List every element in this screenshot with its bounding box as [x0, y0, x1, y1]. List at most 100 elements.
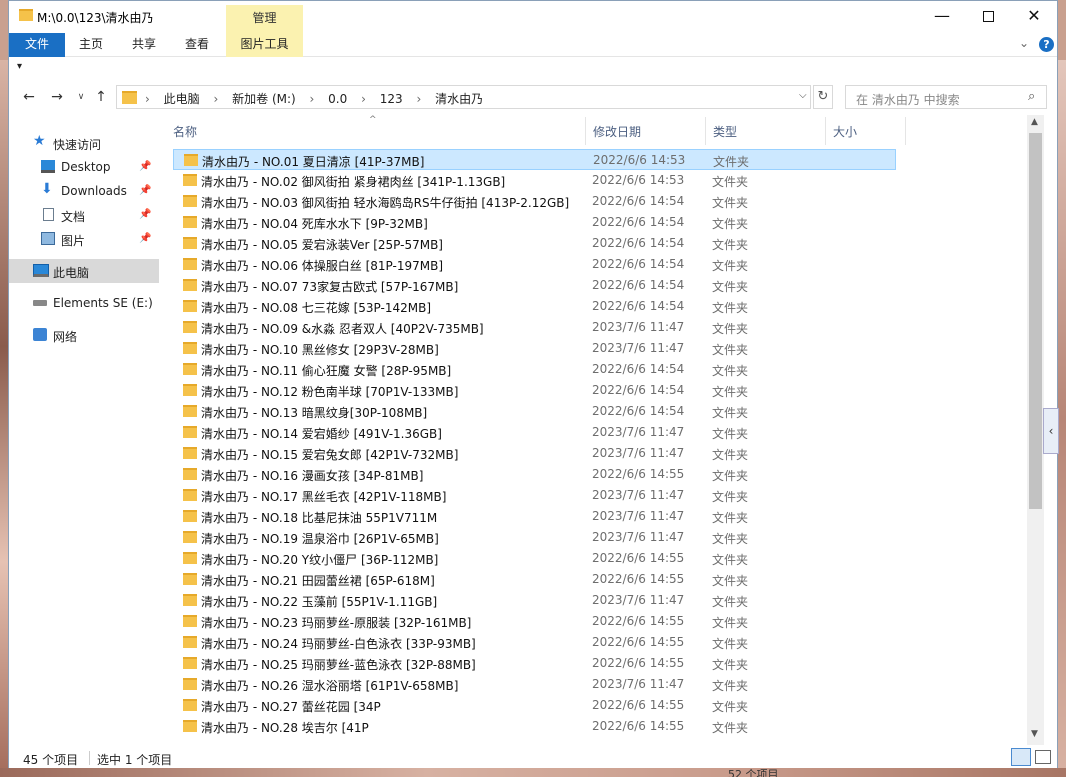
large-icons-view-icon[interactable]	[1035, 750, 1051, 764]
file-row[interactable]: 清水由乃 - NO.26 湿水浴丽塔 [61P1V-658MB] 2023/7/6…	[173, 674, 896, 695]
desktop-icon	[41, 160, 55, 173]
file-row[interactable]: 清水由乃 - NO.02 御风街拍 紧身裙肉丝 [341P-1.13GB] 202…	[173, 170, 896, 191]
breadcrumb-folder-0-0[interactable]: 0.0	[328, 92, 347, 106]
breadcrumb-separator-icon[interactable]: ›	[213, 92, 218, 106]
file-list: ^ 名称 修改日期 类型 大小 清水由乃 - NO.01 夏日清凉 [41P-3…	[159, 115, 1027, 745]
file-row[interactable]: 清水由乃 - NO.12 粉色南半球 [70P1V-133MB] 2022/6/6…	[173, 380, 896, 401]
breadcrumb-drive-m[interactable]: 新加卷 (M:)	[232, 92, 296, 106]
breadcrumb-folder-123[interactable]: 123	[380, 92, 403, 106]
file-row[interactable]: 清水由乃 - NO.23 玛丽萝丝-原服装 [32P-161MB] 2022/6/…	[173, 611, 896, 632]
breadcrumb-separator-icon[interactable]: ›	[416, 92, 421, 106]
column-header-size[interactable]: 大小	[833, 123, 857, 140]
file-type: 文件夹	[712, 406, 749, 420]
search-box[interactable]: 在 清水由乃 中搜索 ⌕	[845, 85, 1047, 109]
file-row[interactable]: 清水由乃 - NO.27 蕾丝花园 [34P 2022/6/6 14:55 文件夹	[173, 695, 896, 716]
recent-locations-chevron-icon[interactable]: ∨	[71, 87, 91, 107]
scroll-up-arrow-icon[interactable]: ▲	[1031, 117, 1038, 127]
file-row[interactable]: 清水由乃 - NO.11 偷心狂魔 女警 [28P-95MB] 2022/6/6 …	[173, 359, 896, 380]
pin-icon[interactable]: 📌	[139, 185, 151, 196]
file-row[interactable]: 清水由乃 - NO.03 御风街拍 轻水海鸥岛RS牛仔街拍 [413P-2.12…	[173, 191, 896, 212]
file-date: 2022/6/6 14:54	[592, 215, 685, 229]
pin-icon[interactable]: 📌	[139, 233, 151, 244]
tab-file[interactable]: 文件	[9, 33, 65, 57]
file-row[interactable]: 清水由乃 - NO.07 73家复古欧式 [57P-167MB] 2022/6/6…	[173, 275, 896, 296]
column-divider[interactable]	[705, 117, 706, 145]
tab-view[interactable]: 查看	[173, 33, 221, 57]
pin-icon[interactable]: 📌	[139, 209, 151, 220]
nav-item-network[interactable]: 网络	[9, 323, 159, 347]
breadcrumb-separator-icon[interactable]: ›	[310, 92, 315, 106]
file-name: 清水由乃 - NO.17 黑丝毛衣 [42P1V-118MB]	[201, 490, 447, 504]
title-bar[interactable]: M:\0.0\123\清水由乃 管理 — ✕	[9, 1, 1057, 33]
up-arrow-icon[interactable]: ↑	[91, 87, 111, 107]
file-row[interactable]: 清水由乃 - NO.19 温泉浴巾 [26P1V-65MB] 2023/7/6 1…	[173, 527, 896, 548]
scroll-down-arrow-icon[interactable]: ▼	[1031, 729, 1038, 739]
file-date: 2023/7/6 11:47	[592, 320, 685, 334]
tab-home[interactable]: 主页	[67, 33, 115, 57]
quick-access-toolbar-dropdown-icon[interactable]: ▾	[17, 61, 22, 72]
file-row[interactable]: 清水由乃 - NO.21 田园蕾丝裙 [65P-618M] 2022/6/6 14…	[173, 569, 896, 590]
file-row[interactable]: 清水由乃 - NO.16 漫画女孩 [34P-81MB] 2022/6/6 14:…	[173, 464, 896, 485]
column-divider[interactable]	[905, 117, 906, 145]
file-row[interactable]: 清水由乃 - NO.09 &水淼 忍者双人 [40P2V-735MB] 2023/…	[173, 317, 896, 338]
nav-item-documents[interactable]: 文档 📌	[9, 203, 159, 227]
search-input[interactable]: 在 清水由乃 中搜索	[856, 91, 960, 108]
file-row[interactable]: 清水由乃 - NO.14 爱宕婚纱 [491V-1.36GB] 2023/7/6 …	[173, 422, 896, 443]
close-button[interactable]: ✕	[1011, 1, 1057, 31]
file-row[interactable]: 清水由乃 - NO.22 玉藻前 [55P1V-1.11GB] 2023/7/6 …	[173, 590, 896, 611]
file-row[interactable]: 清水由乃 - NO.10 黑丝修女 [29P3V-28MB] 2023/7/6 1…	[173, 338, 896, 359]
file-name: 清水由乃 - NO.18 比基尼抹油 55P1V711M	[201, 511, 438, 525]
minimize-button[interactable]: —	[919, 1, 965, 31]
file-row[interactable]: 清水由乃 - NO.18 比基尼抹油 55P1V711M 2023/7/6 11:…	[173, 506, 896, 527]
address-bar[interactable]: › 此电脑 › 新加卷 (M:) › 0.0 › 123 › 清水由乃 ⌵	[116, 85, 811, 109]
collapse-pane-chevron-icon[interactable]: ‹	[1043, 408, 1059, 454]
maximize-icon	[982, 11, 994, 22]
breadcrumb-this-pc[interactable]: 此电脑	[164, 92, 200, 106]
nav-item-pictures[interactable]: 图片 📌	[9, 227, 159, 251]
file-row[interactable]: 清水由乃 - NO.05 爱宕泳装Ver [25P-57MB] 2022/6/6 …	[173, 233, 896, 254]
file-row[interactable]: 清水由乃 - NO.20 Y纹小僵尸 [36P-112MB] 2022/6/6 1…	[173, 548, 896, 569]
column-divider[interactable]	[825, 117, 826, 145]
file-row[interactable]: 清水由乃 - NO.13 暗黑纹身[30P-108MB] 2022/6/6 14:…	[173, 401, 896, 422]
details-view-icon[interactable]	[1011, 748, 1031, 766]
breadcrumb-separator-icon[interactable]: ›	[361, 92, 366, 106]
column-header-type[interactable]: 类型	[713, 123, 737, 140]
scrollbar-thumb[interactable]	[1029, 133, 1042, 509]
column-header-date[interactable]: 修改日期	[593, 123, 641, 140]
file-type: 文件夹	[712, 658, 749, 672]
tab-share[interactable]: 共享	[119, 33, 169, 57]
breadcrumb-current-folder[interactable]: 清水由乃	[435, 92, 483, 106]
maximize-button[interactable]	[965, 1, 1011, 31]
nav-item-desktop[interactable]: Desktop 📌	[9, 155, 159, 179]
refresh-icon[interactable]: ↻	[813, 85, 833, 109]
file-row[interactable]: 清水由乃 - NO.06 体操服白丝 [81P-197MB] 2022/6/6 1…	[173, 254, 896, 275]
ribbon-expand-chevron-icon[interactable]: ⌄	[1019, 36, 1029, 50]
vertical-scrollbar[interactable]: ▲ ▼	[1027, 115, 1044, 745]
nav-item-downloads[interactable]: ⬇ Downloads 📌	[9, 179, 159, 203]
file-row[interactable]: 清水由乃 - NO.24 玛丽萝丝-白色泳衣 [33P-93MB] 2022/6/…	[173, 632, 896, 653]
file-row[interactable]: 清水由乃 - NO.17 黑丝毛衣 [42P1V-118MB] 2023/7/6 …	[173, 485, 896, 506]
file-row[interactable]: 清水由乃 - NO.04 死库水水下 [9P-32MB] 2022/6/6 14:…	[173, 212, 896, 233]
file-type: 文件夹	[712, 595, 749, 609]
nav-item-this-pc[interactable]: 此电脑	[9, 259, 159, 283]
nav-item-label: Elements SE (E:)	[53, 296, 153, 310]
back-arrow-icon[interactable]: ←	[19, 87, 39, 107]
network-icon	[33, 328, 47, 341]
file-type: 文件夹	[712, 238, 749, 252]
nav-item-quick-access[interactable]: ★ 快速访问	[9, 131, 159, 155]
address-dropdown-chevron-icon[interactable]: ⌵	[799, 90, 807, 101]
file-row[interactable]: 清水由乃 - NO.08 七三花嫁 [53P-142MB] 2022/6/6 14…	[173, 296, 896, 317]
file-row[interactable]: 清水由乃 - NO.01 夏日清凉 [41P-37MB] 2022/6/6 14:…	[173, 149, 896, 170]
column-divider[interactable]	[585, 117, 586, 145]
pin-icon[interactable]: 📌	[139, 161, 151, 172]
file-row[interactable]: 清水由乃 - NO.15 爱宕兔女郎 [42P1V-732MB] 2023/7/6…	[173, 443, 896, 464]
column-header-name[interactable]: 名称	[173, 123, 197, 140]
forward-arrow-icon[interactable]: →	[47, 87, 67, 107]
help-icon[interactable]: ?	[1039, 37, 1054, 52]
nav-item-elements-drive[interactable]: Elements SE (E:)	[9, 291, 159, 315]
tab-picture-tools[interactable]: 图片工具	[226, 33, 303, 57]
manage-tab[interactable]: 管理	[226, 5, 303, 33]
file-type: 文件夹	[712, 301, 749, 315]
file-row[interactable]: 清水由乃 - NO.25 玛丽萝丝-蓝色泳衣 [32P-88MB] 2022/6/…	[173, 653, 896, 674]
file-row[interactable]: 清水由乃 - NO.28 埃吉尔 [41P 2022/6/6 14:55 文件夹	[173, 716, 896, 737]
